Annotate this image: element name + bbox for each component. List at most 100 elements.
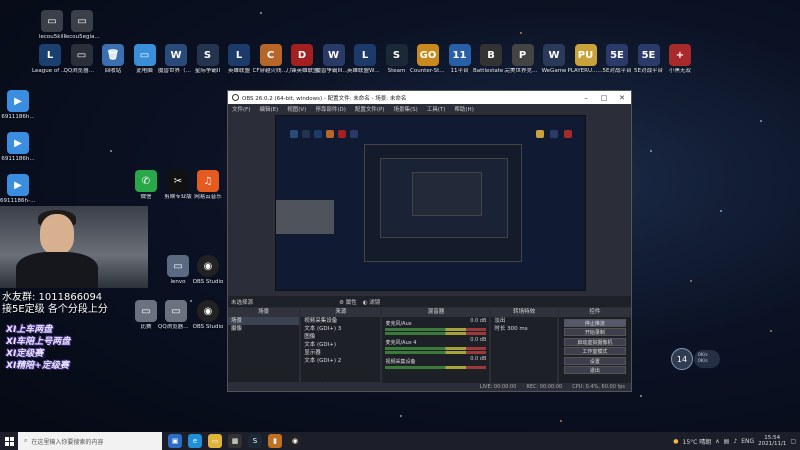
app-icon: W xyxy=(543,44,565,66)
app-icon: 5E xyxy=(637,44,660,66)
notification-badge[interactable]: 14 xyxy=(671,348,693,370)
system-tray: ● 15°C 晴朗 ∧ ▤ ♪ ENG 15:54 2021/11/1 ▢ xyxy=(673,435,800,447)
preview-app-icon xyxy=(350,130,358,138)
scene-item[interactable]: 摄像 xyxy=(228,325,299,333)
source-item[interactable]: 文本 (GDI+) 2 xyxy=(301,357,380,365)
source-item[interactable]: 图像 xyxy=(301,333,380,341)
app-taskbar-icon[interactable]: ▦ xyxy=(228,434,242,448)
steam-taskbar-icon[interactable]: S xyxy=(248,434,262,448)
obs-menu-item[interactable]: 文件(F) xyxy=(232,105,250,113)
taskbar-search[interactable]: ⌕ 在这里输入你要搜索的内容 xyxy=(18,432,162,450)
volume-meter[interactable] xyxy=(385,332,487,335)
transition-duration[interactable]: 时长 300 ms xyxy=(491,325,556,333)
desktop-icon-obs-studio[interactable]: ◉ OBS Studio xyxy=(190,300,226,331)
obs-menu-item[interactable]: 配置文件(P) xyxy=(355,105,385,113)
desktop-icon-video-2[interactable]: ▶ 6911186h... xyxy=(0,132,36,163)
task-view-icon[interactable]: ▣ xyxy=(168,434,182,448)
preview-app-icon xyxy=(314,130,322,138)
close-icon[interactable]: ✕ xyxy=(613,94,631,102)
app-icon: 11 xyxy=(448,44,471,66)
network-speed-widget[interactable]: 0K/s 0K/s xyxy=(694,350,720,368)
desktop-icon-wechat[interactable]: ✆ 微信 xyxy=(128,170,164,201)
notification-icon[interactable]: ▢ xyxy=(790,438,796,445)
start-recording-button[interactable]: 开始录制 xyxy=(563,328,626,336)
sources-dock: 来源 视频采集设备 文本 (GDI+) 3 图像 文本 (GDI+) 显示器 文… xyxy=(301,308,381,391)
desktop-icon-video-3[interactable]: ▶ 6911186h-h... xyxy=(0,174,36,205)
mixer-channel: 麦克风/Aux 4 0.0 dB xyxy=(382,336,489,355)
live-status: LIVE: 00:00:00 xyxy=(479,384,517,390)
obs-menu-item[interactable]: 工具(T) xyxy=(427,105,446,113)
maximize-icon[interactable]: □ xyxy=(595,94,613,102)
obs-window[interactable]: OBS 26.0.2 (64-bit, windows) - 配置文件: 未命名… xyxy=(227,90,632,392)
file-icon: ▭ xyxy=(135,300,157,322)
app-icon: 5E xyxy=(606,44,628,66)
desktop-icon-video-1[interactable]: ▶ 6911186h... xyxy=(0,90,36,121)
filters-button[interactable]: ◐ 滤镜 xyxy=(363,298,381,306)
tray-chevron-icon[interactable]: ∧ xyxy=(715,438,719,445)
studio-mode-button[interactable]: 工作室模式 xyxy=(563,347,626,355)
source-item[interactable]: 显示器 xyxy=(301,349,380,357)
app-icon: S xyxy=(385,44,408,66)
file-explorer-icon[interactable]: ▭ xyxy=(208,434,222,448)
exit-button[interactable]: 退出 xyxy=(563,366,626,374)
scenes-dock: 场景 场景 摄像 +−∧∨ xyxy=(228,308,300,391)
obs-menu-item[interactable]: 视图(V) xyxy=(287,105,306,113)
scissors-icon: ✂ xyxy=(167,170,189,192)
volume-icon[interactable]: ♪ xyxy=(733,438,737,445)
scene-item[interactable]: 场景 xyxy=(228,317,300,325)
image-file-icon: ▭ xyxy=(165,300,187,322)
obs-title: OBS 26.0.2 (64-bit, windows) - 配置文件: 未命名… xyxy=(242,95,407,102)
obs-menu-item[interactable]: 停靠部件(D) xyxy=(315,105,346,113)
app-icon: W xyxy=(165,44,187,66)
transition-type-select[interactable]: 淡出 xyxy=(491,317,556,325)
desktop-icon-lecou5egia[interactable]: ▭ lecou5egia... xyxy=(64,10,100,41)
app-icon: W xyxy=(322,44,345,66)
source-item[interactable]: 视频采集设备 xyxy=(301,317,380,325)
desktop-icon-netease-music[interactable]: ♫ 网易云音乐 xyxy=(190,170,226,201)
desktop-icon-obs-2[interactable]: ◉ OBS Studio xyxy=(190,255,226,286)
minimize-icon[interactable]: – xyxy=(577,94,595,102)
preview-webcam xyxy=(276,200,334,234)
app-icon: D xyxy=(291,44,313,66)
language-indicator[interactable]: ENG xyxy=(741,438,754,445)
app-taskbar-icon[interactable]: ▮ xyxy=(268,434,282,448)
obs-logo-icon xyxy=(232,94,239,101)
obs-taskbar-icon[interactable]: ◉ xyxy=(288,434,302,448)
source-toolbar: 未选择源 ⚙ 属性 ◐ 滤镜 xyxy=(228,296,631,307)
preview-app-icon xyxy=(550,130,558,138)
obs-menu-item[interactable]: 场景集(S) xyxy=(393,105,417,113)
obs-preview[interactable] xyxy=(275,115,586,291)
volume-meter[interactable] xyxy=(385,347,487,350)
source-item[interactable]: 文本 (GDI+) 3 xyxy=(301,325,380,333)
mixer-channel: 麦克风/Aux 0.0 dB xyxy=(382,317,489,336)
volume-meter[interactable] xyxy=(385,351,487,354)
settings-button[interactable]: 设置 xyxy=(563,356,626,365)
preview-app-icon xyxy=(564,130,572,138)
clock[interactable]: 15:54 2021/11/1 xyxy=(758,435,786,447)
obs-menu-item[interactable]: 编辑(E) xyxy=(259,105,278,113)
mixer-channel: 视频采集设备 0.0 dB xyxy=(382,355,489,370)
volume-meter[interactable] xyxy=(385,328,487,331)
volume-meter[interactable] xyxy=(385,366,487,369)
start-button[interactable] xyxy=(0,432,18,450)
stop-streaming-button[interactable]: 停止推流 xyxy=(563,318,626,327)
edge-icon[interactable]: e xyxy=(188,434,202,448)
weather-text[interactable]: 15°C 晴朗 xyxy=(683,437,712,446)
obs-icon: ◉ xyxy=(197,255,219,277)
start-virtual-camera-button[interactable]: 启动虚拟摄像机 xyxy=(563,337,626,346)
network-icon[interactable]: ▤ xyxy=(724,438,730,445)
app-icon: L xyxy=(228,44,250,66)
desktop-app-icon[interactable]: + 小黑无双 xyxy=(662,44,698,75)
preview-app-icon xyxy=(326,130,334,138)
desktop-icon-qq-screenshot[interactable]: ▭ QQ浏览器截图2021021... xyxy=(158,300,194,331)
app-icon: 🗑 xyxy=(102,44,124,66)
folder-icon: ▭ xyxy=(71,10,93,32)
obs-titlebar[interactable]: OBS 26.0.2 (64-bit, windows) - 配置文件: 未命名… xyxy=(228,91,631,104)
properties-button[interactable]: ⚙ 属性 xyxy=(339,298,357,306)
app-icon: B xyxy=(480,44,502,66)
source-item[interactable]: 文本 (GDI+) xyxy=(301,341,380,349)
preview-app-icon xyxy=(290,130,298,138)
transitions-dock: 转场特效 淡出 时长 300 ms xyxy=(491,308,557,391)
app-icon: ▭ xyxy=(167,255,189,277)
obs-menu-item[interactable]: 帮助(H) xyxy=(454,105,473,113)
